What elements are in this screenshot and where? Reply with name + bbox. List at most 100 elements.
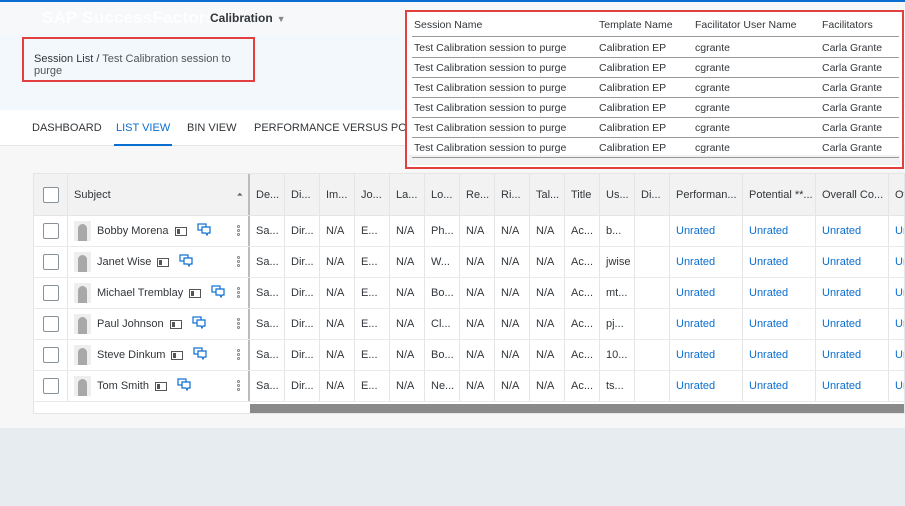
chat-icon[interactable]: [193, 347, 208, 363]
sort-icon[interactable]: ⏶: [237, 190, 243, 200]
breadcrumb-session-list[interactable]: Session List: [34, 53, 93, 65]
column-header[interactable]: Jo...: [355, 174, 390, 215]
profile-card-icon[interactable]: [171, 350, 184, 360]
rating-link[interactable]: Un: [889, 247, 904, 277]
employee-name[interactable]: Steve Dinkum: [97, 349, 165, 361]
rating-link[interactable]: Un: [889, 371, 904, 401]
session-list-overlay: Session Name Template Name Facilitator Use…: [405, 10, 904, 169]
column-header[interactable]: Title: [565, 174, 600, 215]
tab-performance-vs-potential[interactable]: PERFORMANCE VERSUS POTEN: [254, 122, 429, 134]
row-checkbox[interactable]: [43, 316, 59, 332]
profile-card-icon[interactable]: [174, 226, 187, 236]
chat-icon[interactable]: [177, 378, 191, 394]
column-header[interactable]: Re...: [460, 174, 495, 215]
employee-name[interactable]: Janet Wise: [97, 256, 151, 268]
table-cell: Sa...: [250, 309, 285, 339]
rating-link[interactable]: Unrated: [670, 340, 743, 370]
session-row[interactable]: Test Calibration session to purge Calibra…: [412, 38, 899, 58]
rating-link[interactable]: Unrated: [743, 216, 816, 246]
column-header[interactable]: Potential **...: [743, 174, 816, 215]
column-header[interactable]: La...: [390, 174, 425, 215]
rating-link[interactable]: Un: [889, 278, 904, 308]
session-row[interactable]: Test Calibration session to purge Calibra…: [412, 118, 899, 138]
rating-link[interactable]: Unrated: [743, 309, 816, 339]
tab-dashboard[interactable]: DASHBOARD: [32, 122, 102, 134]
rating-link[interactable]: Unrated: [743, 278, 816, 308]
logo[interactable]: SAP SuccessFactors: [42, 8, 215, 28]
session-cell: cgrante: [695, 142, 731, 154]
rating-link[interactable]: Unrated: [743, 371, 816, 401]
profile-card-icon[interactable]: [169, 319, 182, 329]
table-cell: N/A: [390, 340, 425, 370]
table-cell: N/A: [390, 371, 425, 401]
column-header[interactable]: Us...: [600, 174, 635, 215]
rating-link[interactable]: Un: [889, 309, 904, 339]
profile-card-icon[interactable]: [154, 381, 167, 391]
column-header[interactable]: Ov: [889, 174, 904, 215]
row-checkbox[interactable]: [43, 378, 59, 394]
rating-link[interactable]: Unrated: [670, 216, 743, 246]
session-row[interactable]: Test Calibration session to purge Calibra…: [412, 58, 899, 78]
table-cell: N/A: [320, 340, 355, 370]
chat-icon[interactable]: [196, 223, 211, 239]
horizontal-scrollbar[interactable]: [250, 404, 904, 413]
column-header[interactable]: Ri...: [495, 174, 530, 215]
table-cell: Ac...: [565, 340, 600, 370]
chat-icon[interactable]: [192, 316, 206, 332]
rating-link[interactable]: Un: [889, 216, 904, 246]
column-header[interactable]: Di...: [635, 174, 670, 215]
table-cell: N/A: [320, 216, 355, 246]
row-checkbox[interactable]: [43, 223, 59, 239]
session-cell: Calibration EP: [599, 82, 667, 94]
session-row[interactable]: Test Calibration session to purge Calibra…: [412, 98, 899, 118]
more-options-icon[interactable]: [237, 287, 240, 299]
column-header[interactable]: Lo...: [425, 174, 460, 215]
table-cell: Sa...: [250, 278, 285, 308]
table-cell: N/A: [390, 278, 425, 308]
column-header[interactable]: Di...: [285, 174, 320, 215]
column-header[interactable]: Tal...: [530, 174, 565, 215]
rating-link[interactable]: Unrated: [670, 278, 743, 308]
column-header[interactable]: Performan...: [670, 174, 743, 215]
session-cell: Carla Grante: [822, 82, 883, 94]
rating-link[interactable]: Unrated: [670, 371, 743, 401]
rating-link[interactable]: Unrated: [743, 247, 816, 277]
rating-link[interactable]: Unrated: [670, 309, 743, 339]
more-options-icon[interactable]: [237, 225, 240, 237]
rating-link[interactable]: Unrated: [816, 340, 889, 370]
more-options-icon[interactable]: [237, 349, 240, 361]
rating-link[interactable]: Unrated: [816, 278, 889, 308]
rating-link[interactable]: Unrated: [743, 340, 816, 370]
row-checkbox[interactable]: [43, 285, 59, 301]
rating-link[interactable]: Unrated: [816, 247, 889, 277]
row-checkbox[interactable]: [43, 254, 59, 270]
rating-link[interactable]: Unrated: [816, 216, 889, 246]
chat-icon[interactable]: [179, 254, 194, 270]
profile-card-icon[interactable]: [157, 257, 170, 267]
more-options-icon[interactable]: [237, 318, 240, 330]
profile-card-icon[interactable]: [189, 288, 202, 298]
rating-link[interactable]: Unrated: [816, 309, 889, 339]
rating-link[interactable]: Unrated: [816, 371, 889, 401]
column-header[interactable]: Im...: [320, 174, 355, 215]
column-header[interactable]: Subject ⏶: [68, 174, 250, 215]
column-header[interactable]: De...: [250, 174, 285, 215]
module-menu[interactable]: Calibration ▼: [210, 11, 286, 25]
more-options-icon[interactable]: [237, 380, 240, 392]
employee-name[interactable]: Tom Smith: [97, 380, 149, 392]
employee-name[interactable]: Michael Tremblay: [97, 287, 183, 299]
row-checkbox[interactable]: [43, 347, 59, 363]
rating-link[interactable]: Un: [889, 340, 904, 370]
select-all-checkbox[interactable]: [43, 186, 59, 203]
session-row[interactable]: Test Calibration session to purge Calibra…: [412, 78, 899, 98]
session-row[interactable]: Test Calibration session to purge Calibra…: [412, 138, 899, 158]
tab-list-view[interactable]: LIST VIEW: [113, 122, 173, 146]
tab-bin-view[interactable]: BIN VIEW: [187, 122, 237, 134]
session-cell: Calibration EP: [599, 62, 667, 74]
rating-link[interactable]: Unrated: [670, 247, 743, 277]
chat-icon[interactable]: [211, 285, 225, 301]
column-header[interactable]: Overall Co...: [816, 174, 889, 215]
employee-name[interactable]: Bobby Morena: [97, 225, 169, 237]
employee-name[interactable]: Paul Johnson: [97, 318, 164, 330]
more-options-icon[interactable]: [237, 256, 240, 268]
